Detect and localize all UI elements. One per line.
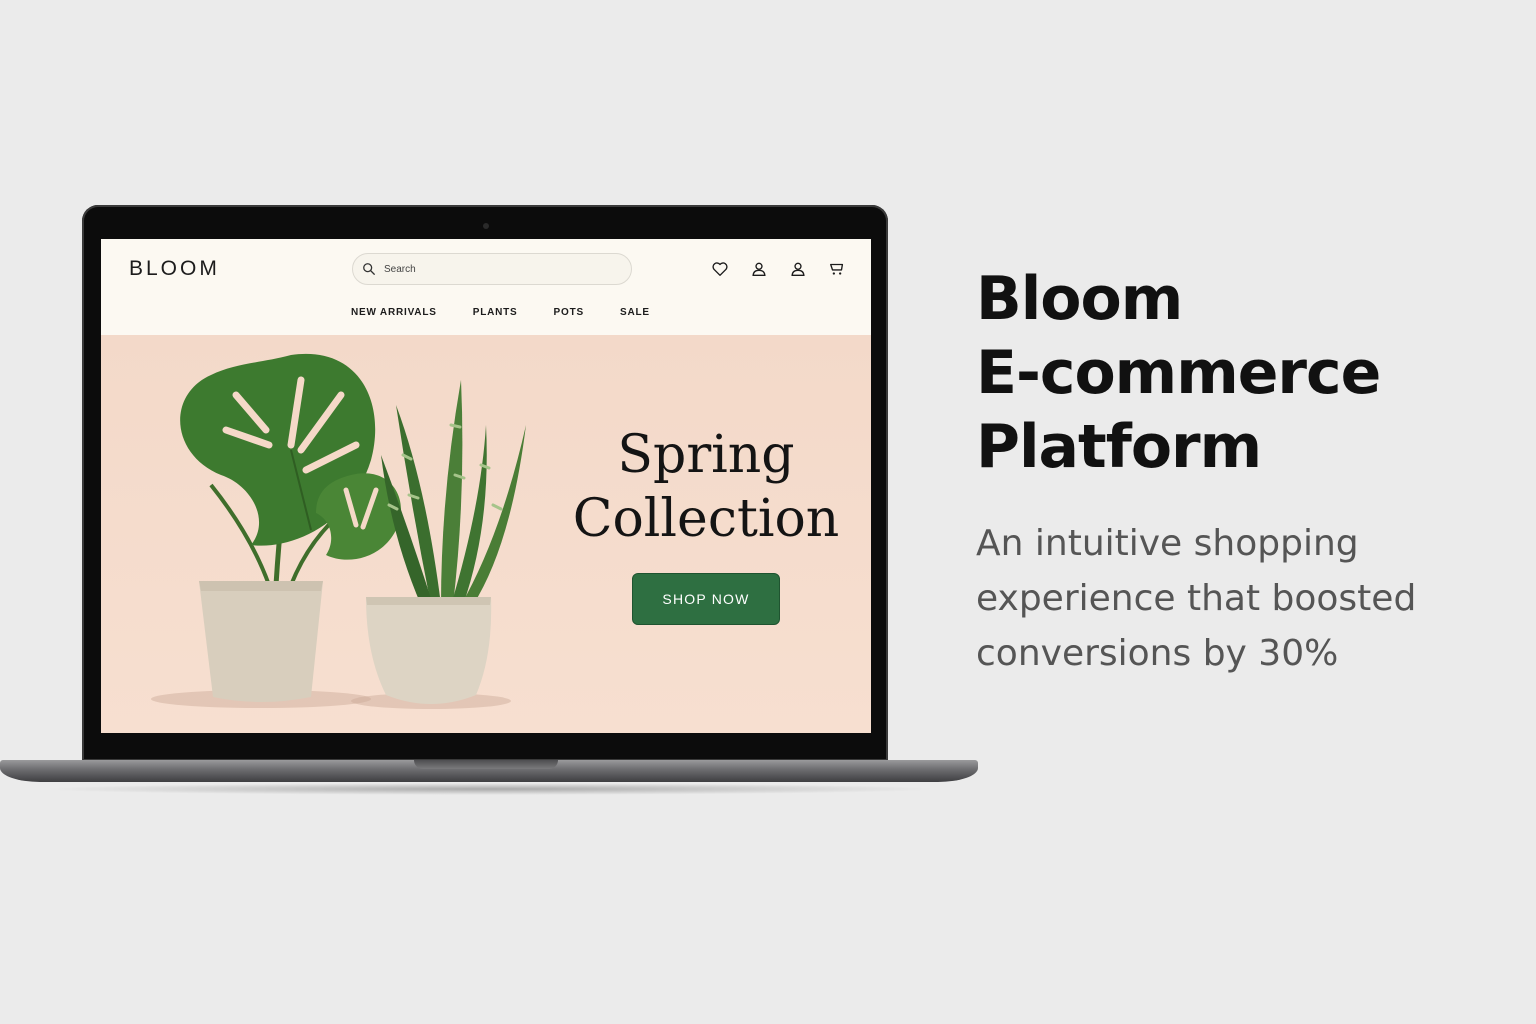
- nav-item-sale[interactable]: SALE: [620, 307, 650, 318]
- shop-now-button[interactable]: SHOP NOW: [632, 573, 780, 625]
- nav-item-plants[interactable]: PLANTS: [473, 307, 518, 318]
- laptop-notch: [414, 760, 558, 769]
- hero-banner: Spring Collection SHOP NOW: [101, 335, 871, 733]
- headline-line3: Platform: [976, 412, 1262, 482]
- account-icon[interactable]: [789, 260, 807, 278]
- laptop-shadow: [40, 783, 940, 795]
- hero-title: Spring Collection: [551, 423, 861, 551]
- hero-title-line1: Spring: [617, 425, 795, 485]
- showcase-subtext: An intuitive shopping experience that bo…: [976, 523, 1417, 674]
- laptop-mockup: BLOOM Search NEW ARRIVALS PLANTS POTS SA…: [82, 205, 888, 761]
- main-nav: NEW ARRIVALS PLANTS POTS SALE: [351, 307, 650, 318]
- showcase-headline: Bloom E-commerce Platform: [976, 262, 1496, 484]
- laptop-base: [0, 760, 978, 782]
- site-header: BLOOM Search NEW ARRIVALS PLANTS POTS SA…: [101, 239, 871, 335]
- search-input[interactable]: Search: [352, 253, 632, 285]
- user-icon[interactable]: [750, 260, 768, 278]
- laptop-screen: BLOOM Search NEW ARRIVALS PLANTS POTS SA…: [101, 239, 871, 733]
- site-logo[interactable]: BLOOM: [129, 257, 220, 281]
- cart-icon[interactable]: [828, 260, 846, 278]
- nav-item-pots[interactable]: POTS: [554, 307, 584, 318]
- heart-icon[interactable]: [711, 260, 729, 278]
- search-placeholder: Search: [384, 263, 416, 275]
- nav-item-new-arrivals[interactable]: NEW ARRIVALS: [351, 307, 437, 318]
- camera-dot: [483, 223, 489, 229]
- headline-line2: E-commerce: [976, 338, 1381, 408]
- search-icon: [363, 263, 375, 275]
- header-icons: [711, 260, 846, 278]
- plants-illustration: [151, 353, 526, 709]
- hero-title-line2: Collection: [572, 489, 840, 549]
- headline-line1: Bloom: [976, 264, 1183, 334]
